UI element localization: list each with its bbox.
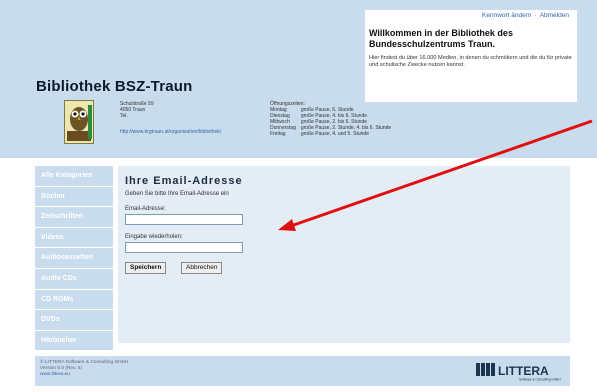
annotation-arrow-icon <box>278 119 593 231</box>
